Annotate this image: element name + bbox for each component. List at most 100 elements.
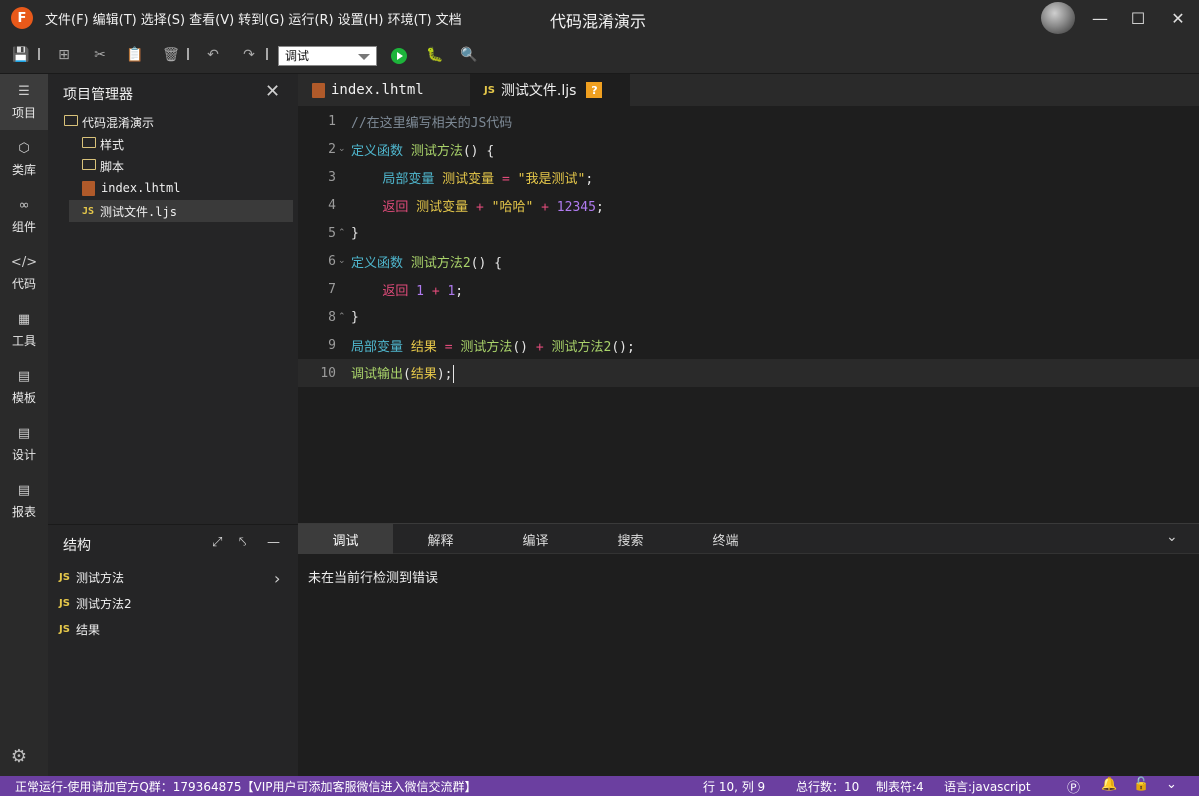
project-explorer: 项目管理器 ✕ 代码混淆演示 样式 脚本 index.lhtml JS 测试文件…	[48, 74, 298, 524]
paste-icon[interactable]: 📋	[126, 47, 143, 63]
save-icon[interactable]: 💾	[12, 47, 29, 63]
run-mode-select[interactable]: 调试	[278, 46, 377, 66]
bell-icon[interactable]: 🔔	[1101, 777, 1117, 792]
menu-run[interactable]: 运行(R)	[286, 9, 335, 28]
activity-bar: ☰ 项目 ⬡ 类库 ∞ 组件 </> 代码 ▦ 工具 ▤ 模板 ▤ 设计 ▤ 报…	[0, 74, 48, 776]
cursor-position[interactable]: 行 10, 列 9	[703, 778, 765, 795]
activity-tools[interactable]: ▦ 工具	[0, 302, 48, 358]
title-bar: F 文件(F) 编辑(T) 选择(S) 查看(V) 转到(G) 运行(R) 设置…	[0, 0, 1199, 36]
maximize-icon[interactable]: ☐	[1126, 6, 1150, 30]
line-number: 5	[328, 225, 336, 241]
cut-icon[interactable]: ✂	[92, 47, 108, 63]
code-text: }	[351, 225, 359, 241]
activity-label: 工具	[11, 334, 36, 348]
tree-item-project[interactable]: 代码混淆演示	[64, 111, 154, 133]
tab-compile[interactable]: 编译	[488, 524, 583, 554]
code-text: 定义函数 测试方法2() {	[351, 255, 502, 271]
tab-index-lhtml[interactable]: index.lhtml	[312, 74, 467, 106]
collapse-icon[interactable]: ⤣	[239, 535, 246, 550]
menu-edit[interactable]: 编辑(T)	[91, 9, 139, 28]
activity-label: 报表	[11, 505, 36, 519]
activity-design[interactable]: ▤ 设计	[0, 416, 48, 472]
expand-icon[interactable]: ⤢	[212, 535, 222, 550]
structure-item[interactable]: JS 测试方法2	[59, 593, 132, 613]
activity-library[interactable]: ⬡ 类库	[0, 131, 48, 187]
activity-code[interactable]: </> 代码	[0, 245, 48, 301]
run-icon[interactable]	[391, 48, 407, 64]
redo-icon[interactable]: ↷	[241, 47, 257, 63]
tree-item-label: 脚本	[100, 159, 125, 174]
gear-icon[interactable]: ⚙	[9, 746, 29, 767]
code-text: //在这里编写相关的JS代码	[351, 115, 513, 131]
unlock-icon[interactable]: 🔓	[1133, 777, 1149, 792]
tab-terminal[interactable]: 终端	[678, 524, 773, 554]
search-files-icon[interactable]: 🔍	[460, 47, 477, 63]
menu-environment[interactable]: 环境(T)	[386, 9, 434, 28]
tab-debug[interactable]: 调试	[298, 524, 393, 554]
warning-badge[interactable]: ?	[586, 82, 603, 98]
grid-icon: ▦	[17, 311, 31, 327]
activity-project[interactable]: ☰ 项目	[0, 74, 48, 130]
tab-test-ljs[interactable]: JS 测试文件.ljs ?	[470, 74, 630, 106]
code-text: 定义函数 测试方法() {	[351, 143, 495, 159]
structure-item[interactable]: JS 测试方法	[59, 567, 124, 587]
line-number: 10	[320, 365, 336, 381]
chevron-down-icon[interactable]: ⌄	[1166, 529, 1178, 545]
window-title: 代码混淆演示	[550, 12, 647, 31]
code-icon: </>	[10, 254, 38, 270]
bug-icon[interactable]: 🐛	[426, 47, 443, 65]
tab-size[interactable]: 制表符:4	[876, 778, 924, 795]
menu-goto[interactable]: 转到(G)	[236, 9, 286, 28]
tree-item-index-lhtml[interactable]: index.lhtml	[82, 177, 180, 199]
panel-tabs: 调试 解释 编译 搜索 终端 ⌄	[298, 524, 1199, 554]
code-editor[interactable]: 1 //在这里编写相关的JS代码 2 ⌄ 定义函数 测试方法() { 3 局部变…	[298, 106, 1199, 523]
structure-item[interactable]: JS 结果	[59, 619, 100, 639]
code-text: 调试输出(结果);	[351, 365, 454, 384]
menu-docs[interactable]: 文档	[434, 9, 464, 28]
tree-item-test-ljs[interactable]: JS 测试文件.ljs	[69, 200, 293, 222]
chevron-right-icon[interactable]: ›	[274, 569, 280, 588]
delete-icon[interactable]: 🗑	[162, 47, 180, 63]
explorer-title: 项目管理器	[63, 87, 133, 103]
new-file-icon[interactable]: ⊞	[56, 47, 72, 63]
tree-item-label: 代码混淆演示	[82, 115, 155, 130]
code-text: }	[351, 309, 359, 325]
tab-interpret[interactable]: 解释	[393, 524, 488, 554]
menu-view[interactable]: 查看(V)	[187, 9, 236, 28]
activity-templates[interactable]: ▤ 模板	[0, 359, 48, 415]
close-icon[interactable]: ✕	[265, 81, 280, 102]
minimize-panel-icon[interactable]: —	[267, 535, 280, 550]
line-number: 2	[328, 141, 336, 157]
activity-reports[interactable]: ▤ 报表	[0, 473, 48, 529]
minimize-icon[interactable]: —	[1088, 6, 1112, 30]
avatar[interactable]	[1041, 2, 1075, 34]
fold-toggle-icon[interactable]: ⌄	[338, 256, 346, 266]
app-logo: F	[11, 7, 33, 29]
close-icon[interactable]: ✕	[1166, 6, 1190, 30]
tab-search[interactable]: 搜索	[583, 524, 678, 554]
fold-toggle-icon[interactable]: ⌃	[338, 228, 346, 238]
tree-item-scripts[interactable]: 脚本	[82, 155, 124, 177]
activity-components[interactable]: ∞ 组件	[0, 188, 48, 244]
fold-toggle-icon[interactable]: ⌄	[338, 144, 346, 154]
menu-file[interactable]: 文件(F)	[43, 9, 91, 28]
undo-icon[interactable]: ↶	[205, 47, 221, 63]
toolbar-separator	[187, 48, 189, 60]
tree-item-styles[interactable]: 样式	[82, 133, 124, 155]
line-number: 9	[328, 337, 336, 353]
fold-toggle-icon[interactable]: ⌃	[338, 312, 346, 322]
link-icon: ∞	[18, 197, 30, 213]
chevron-down-icon[interactable]: ⌄	[1166, 777, 1177, 792]
dollar-icon[interactable]: Ⓟ	[1067, 777, 1080, 796]
editor-tabs: index.lhtml JS 测试文件.ljs ?	[298, 74, 1199, 106]
language-mode[interactable]: 语言:javascript	[944, 778, 1031, 795]
menu-bar: 文件(F) 编辑(T) 选择(S) 查看(V) 转到(G) 运行(R) 设置(H…	[43, 9, 464, 28]
code-line: 8 ⌃ }	[298, 303, 1199, 331]
activity-label: 项目	[11, 106, 36, 120]
menu-select[interactable]: 选择(S)	[139, 9, 187, 28]
status-text: 正常运行-使用请加官方Q群：179364875【VIP用户可添加客服微信进入微信…	[15, 780, 477, 794]
menu-settings[interactable]: 设置(H)	[336, 9, 386, 28]
js-file-icon: JS	[484, 84, 495, 96]
folder-icon	[64, 114, 78, 126]
code-line: 9 局部变量 结果 = 测试方法() + 测试方法2();	[298, 331, 1199, 359]
